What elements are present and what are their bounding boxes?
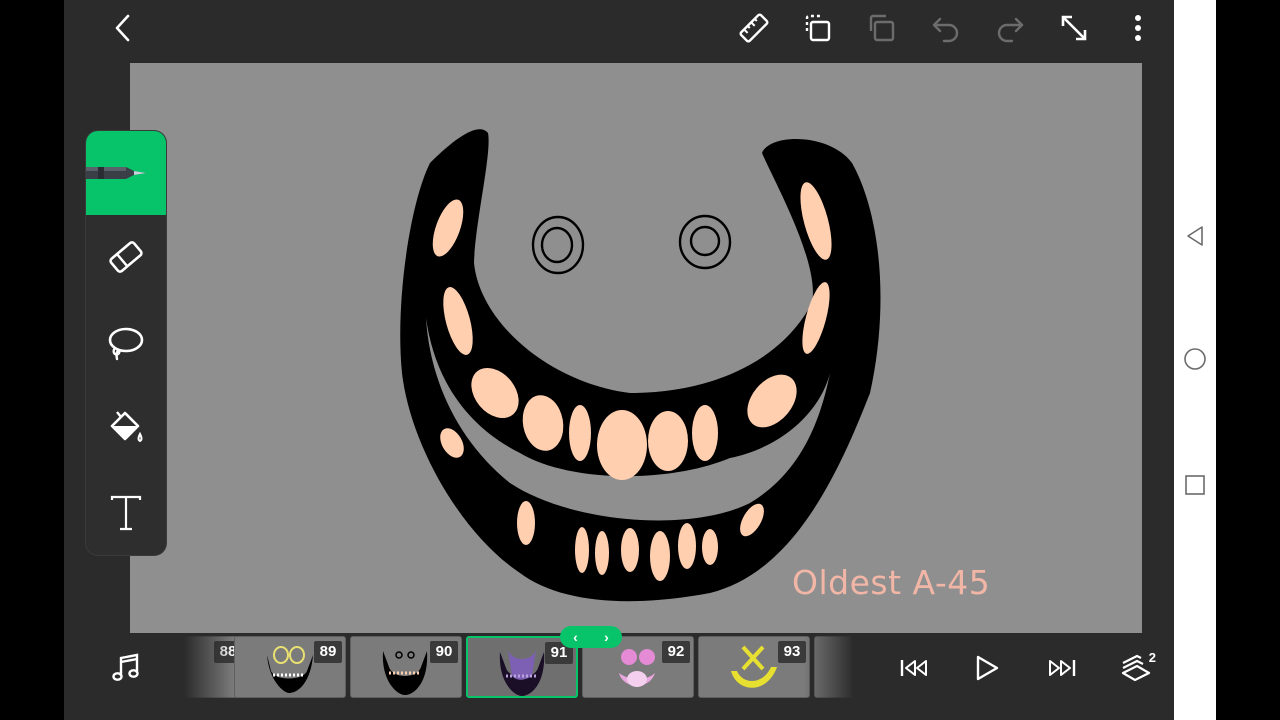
letterbox-left (0, 0, 64, 720)
smile-drawing (400, 129, 881, 602)
skip-back-icon (900, 660, 927, 676)
audio-button[interactable] (104, 646, 148, 690)
ruler-button[interactable] (734, 8, 774, 48)
first-frame-button[interactable] (892, 646, 936, 690)
frame-thumb-image (267, 646, 313, 693)
circle-home-icon (1184, 348, 1206, 370)
triangle-back-icon (1187, 226, 1203, 246)
ruler-icon (739, 13, 769, 43)
copy-frame-icon (805, 14, 831, 42)
undo-button[interactable] (926, 8, 966, 48)
frame-number: 89 (314, 641, 342, 663)
frame-thumb-image (382, 651, 428, 695)
back-icon (115, 14, 130, 42)
letterbox-right (1216, 0, 1280, 720)
more-icon (1135, 15, 1141, 41)
frame-number: 90 (430, 641, 458, 663)
drawing-canvas[interactable]: Oldest A-45 (130, 63, 1142, 633)
text-icon (110, 495, 142, 531)
paste-frame-button[interactable] (862, 8, 902, 48)
frame-thumbnail[interactable] (814, 636, 852, 698)
fullscreen-icon (1061, 15, 1087, 41)
layers-count-badge: 2 (1148, 650, 1156, 665)
pen-tool[interactable] (86, 131, 166, 215)
fullscreen-button[interactable] (1054, 8, 1094, 48)
play-button[interactable] (964, 646, 1008, 690)
pen-icon (86, 167, 146, 179)
frame-thumb-image (499, 650, 545, 696)
paint-bucket-icon (110, 411, 143, 443)
layers-button[interactable]: 2 (1114, 646, 1158, 690)
right-eye (678, 214, 732, 270)
fill-tool[interactable] (86, 387, 166, 471)
redo-icon (997, 17, 1024, 43)
system-back-button[interactable] (1183, 224, 1207, 248)
lasso-tool[interactable] (86, 301, 166, 385)
frame-thumbnail[interactable]: 90 (350, 636, 462, 698)
pager-prev-button[interactable]: ‹ (564, 629, 588, 645)
undo-icon (932, 17, 959, 43)
eraser-tool[interactable] (86, 215, 166, 299)
frame-thumbnail-selected[interactable]: 91 (466, 636, 578, 698)
frame-thumbnail[interactable]: 93 (698, 636, 810, 698)
music-note-icon (112, 653, 139, 681)
animation-app: Oldest A-45 88 89 90 91 92 93 ‹ › 2 (64, 0, 1174, 720)
frame-thumbnail[interactable]: 89 (234, 636, 346, 698)
more-button[interactable] (1118, 8, 1158, 48)
tool-panel (86, 131, 166, 555)
redo-button[interactable] (990, 8, 1030, 48)
frame-pager: ‹ › (560, 626, 622, 648)
frame-thumb-image (619, 649, 655, 687)
frame-number: 93 (778, 641, 806, 663)
skip-forward-icon (1049, 660, 1076, 676)
eraser-icon (109, 241, 143, 273)
copy-frame-button[interactable] (798, 8, 838, 48)
square-recents-icon (1185, 475, 1205, 495)
frame-number: 92 (662, 641, 690, 663)
text-tool[interactable] (86, 471, 166, 555)
play-icon (976, 655, 999, 681)
frames-strip[interactable]: 88 89 90 91 92 93 (184, 636, 852, 700)
paste-frame-icon (869, 14, 895, 42)
frame-thumb-image (731, 645, 777, 688)
lasso-icon (108, 327, 144, 361)
back-button[interactable] (104, 8, 144, 48)
system-recents-button[interactable] (1183, 473, 1207, 497)
system-navigation-bar (1174, 0, 1216, 720)
pager-next-button[interactable]: › (595, 629, 619, 645)
watermark-text: Oldest A-45 (792, 563, 991, 602)
last-frame-button[interactable] (1040, 646, 1084, 690)
left-eye (531, 215, 585, 275)
system-home-button[interactable] (1183, 347, 1207, 371)
